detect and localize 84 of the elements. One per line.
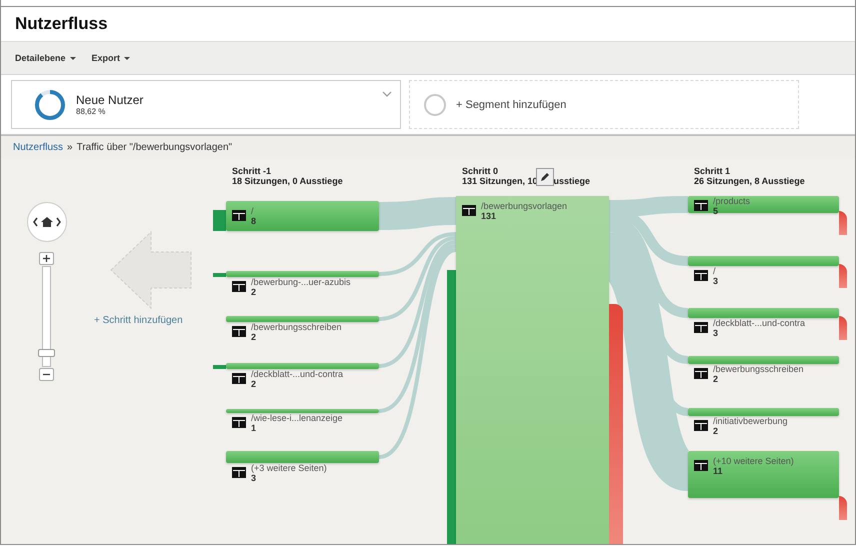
session-count: 8: [251, 216, 256, 227]
page-node[interactable]: [226, 409, 379, 413]
zoom-slider[interactable]: [38, 266, 55, 367]
page-icon: [232, 281, 246, 292]
page-node[interactable]: [456, 196, 609, 544]
step-title: Schritt 0: [462, 166, 500, 176]
page-node[interactable]: [226, 201, 379, 231]
page-icon: [232, 417, 246, 428]
session-count: 2: [713, 426, 718, 437]
page-icon: [232, 326, 246, 337]
page-node[interactable]: [688, 308, 839, 318]
segment-card[interactable]: Neue Nutzer 88,62 %: [11, 80, 401, 129]
page-node[interactable]: [688, 408, 839, 416]
page-icon: [694, 420, 708, 431]
add-segment-label: + Segment hinzufügen: [456, 98, 566, 110]
page-path: /: [251, 207, 255, 217]
toolbar-menu[interactable]: Export: [90, 53, 132, 63]
page-icon: [232, 467, 246, 478]
step-summary: usstiege: [554, 176, 590, 186]
page-path: /deckblatt-...und-contra: [251, 370, 344, 380]
pan-home-button[interactable]: [27, 202, 67, 242]
session-count: 131: [481, 212, 496, 222]
segment-name: Neue Nutzer: [76, 93, 144, 107]
page-icon: [694, 460, 708, 471]
page-icon: [694, 322, 708, 333]
page-node[interactable]: [688, 451, 839, 498]
plus-icon: [43, 255, 50, 262]
session-count: 3: [713, 328, 720, 339]
page-icon: [694, 368, 708, 379]
home-pan-icon: [32, 215, 62, 229]
page-icon: [694, 270, 708, 281]
page-node[interactable]: [226, 451, 379, 463]
session-count: 1: [251, 424, 256, 434]
chevron-down-icon[interactable]: [382, 91, 392, 97]
breadcrumb-link[interactable]: Nutzerfluss: [13, 142, 64, 152]
page-node[interactable]: [688, 356, 839, 364]
left-arrow-icon[interactable]: [109, 230, 193, 310]
session-count: 3: [713, 276, 718, 287]
page-node[interactable]: [688, 196, 839, 213]
caret-icon: [70, 56, 76, 60]
session-count: 2: [251, 380, 258, 390]
session-count: 2: [713, 374, 718, 385]
page-icon: [462, 205, 476, 216]
page-path: /deckblatt-...und-contra: [713, 319, 806, 329]
zoom-out-button[interactable]: [39, 368, 54, 381]
step-title: Schritt 1: [694, 166, 732, 176]
page-path: /: [713, 267, 717, 277]
add-segment-area[interactable]: + Segment hinzufügen: [409, 80, 799, 129]
session-count: 2: [251, 332, 256, 343]
page-icon: [232, 373, 246, 384]
add-step-link[interactable]: + Schritt hinzufügen: [94, 315, 183, 326]
page-path: /wie-lese-i...lenanzeige: [251, 414, 343, 424]
segment-share: 88,62 %: [76, 107, 106, 116]
zoom-in-button[interactable]: [39, 252, 54, 265]
page-path: /bewerbungsschreiben: [713, 365, 804, 375]
toolbar-menu[interactable]: Detailebene: [13, 53, 78, 63]
page-node[interactable]: [688, 256, 839, 266]
page-node[interactable]: [226, 363, 379, 369]
page-path: /products: [713, 197, 750, 207]
pencil-icon: [538, 171, 551, 183]
breadcrumb-current: Traffic über "/bewerbungsvorlagen": [76, 142, 232, 152]
page-path: /bewerbungsvorlagen: [481, 202, 568, 212]
share-ring: [34, 88, 66, 120]
pencil-button[interactable]: [536, 168, 554, 186]
step-summary: 18 Sitzungen, 0 Ausstiege: [232, 176, 343, 186]
page-path: /bewerbung-...uer-azubis: [251, 278, 351, 288]
page-icon: [232, 210, 246, 221]
session-count: 3: [251, 474, 256, 484]
step-summary: 26 Sitzungen, 8 Ausstiege: [694, 176, 805, 186]
session-count: 11: [713, 466, 723, 477]
session-count: 2: [251, 288, 256, 298]
caret-icon: [124, 56, 130, 60]
page-node[interactable]: [226, 271, 379, 277]
page-path: (+10 weitere Seiten): [713, 457, 794, 467]
page-path: (+3 weitere Seiten): [251, 464, 327, 474]
page-icon: [694, 200, 708, 211]
step-title: Schritt -1: [232, 166, 272, 176]
page-title: Nutzerfluss: [15, 14, 108, 34]
page-path: /initiativbewerbung: [713, 417, 788, 427]
empty-circle-icon: [424, 94, 446, 116]
minus-icon: [43, 371, 50, 378]
page-node[interactable]: [226, 316, 379, 322]
breadcrumb-separator: »: [67, 142, 73, 152]
page-path: /bewerbungsschreiben: [251, 323, 342, 333]
